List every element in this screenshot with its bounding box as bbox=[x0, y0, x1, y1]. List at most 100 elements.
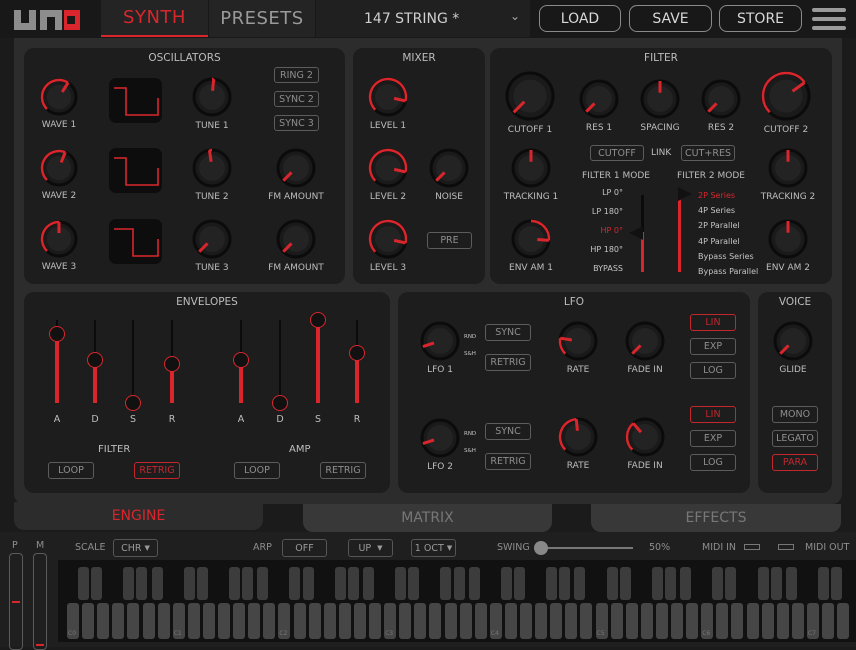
lfo1-exp-button[interactable]: EXP bbox=[690, 338, 736, 355]
black-key[interactable] bbox=[574, 567, 585, 600]
env-am2-knob[interactable] bbox=[764, 215, 812, 267]
white-key[interactable] bbox=[324, 603, 336, 639]
cutoff1-knob[interactable] bbox=[501, 67, 559, 129]
white-key[interactable] bbox=[97, 603, 109, 639]
filter1-mode-option[interactable]: HP 0° bbox=[585, 226, 623, 235]
white-key[interactable] bbox=[233, 603, 245, 639]
lfo1-shape-knob[interactable] bbox=[416, 317, 464, 369]
black-key[interactable] bbox=[242, 567, 253, 600]
white-key[interactable] bbox=[550, 603, 562, 639]
white-key[interactable] bbox=[520, 603, 532, 639]
amp-env-d-track[interactable] bbox=[279, 320, 281, 403]
arp-octave-dropdown[interactable]: 1 OCT ▼ bbox=[411, 539, 456, 557]
black-key[interactable] bbox=[289, 567, 300, 600]
res2-knob[interactable] bbox=[697, 75, 745, 127]
white-key[interactable] bbox=[580, 603, 592, 639]
white-key[interactable] bbox=[188, 603, 200, 639]
white-key[interactable] bbox=[203, 603, 215, 639]
scale-dropdown[interactable]: CHR ▼ bbox=[113, 539, 158, 557]
white-key[interactable]: C4 bbox=[490, 603, 502, 639]
tracking2-knob[interactable] bbox=[764, 144, 812, 196]
black-key[interactable] bbox=[335, 567, 346, 600]
arp-toggle[interactable]: OFF bbox=[282, 539, 327, 557]
level3-knob[interactable] bbox=[364, 215, 412, 267]
tab-matrix[interactable]: MATRIX bbox=[303, 504, 552, 532]
filter2-mode-option[interactable]: 4P Series bbox=[698, 206, 735, 215]
white-key[interactable] bbox=[445, 603, 457, 639]
white-key[interactable] bbox=[505, 603, 517, 639]
black-key[interactable] bbox=[257, 567, 268, 600]
lfo2-sync-button[interactable]: SYNC bbox=[485, 423, 531, 440]
tune1-knob[interactable] bbox=[188, 73, 236, 125]
filter1-mode-option[interactable]: HP 180° bbox=[585, 245, 623, 254]
level1-knob[interactable] bbox=[364, 73, 412, 125]
black-key[interactable] bbox=[123, 567, 134, 600]
amp-env-retrig-button[interactable]: RETRIG bbox=[320, 462, 366, 479]
pitch-wheel[interactable] bbox=[9, 553, 23, 650]
white-key[interactable]: C3 bbox=[384, 603, 396, 639]
link-cutoff-button[interactable]: CUTOFF bbox=[590, 145, 644, 161]
filter1-mode-option[interactable]: LP 180° bbox=[585, 207, 623, 216]
white-key[interactable] bbox=[731, 603, 743, 639]
white-key[interactable] bbox=[792, 603, 804, 639]
white-key[interactable]: C5 bbox=[596, 603, 608, 639]
legato-button[interactable]: LEGATO bbox=[772, 430, 818, 447]
white-key[interactable] bbox=[716, 603, 728, 639]
white-key[interactable] bbox=[248, 603, 260, 639]
wave1-knob[interactable] bbox=[36, 74, 82, 124]
black-key[interactable] bbox=[712, 567, 723, 600]
black-key[interactable] bbox=[440, 567, 451, 600]
black-key[interactable] bbox=[136, 567, 147, 600]
lfo2-shape-knob[interactable] bbox=[416, 414, 464, 466]
white-key[interactable] bbox=[294, 603, 306, 639]
tab-effects[interactable]: EFFECTS bbox=[591, 504, 841, 532]
black-key[interactable] bbox=[229, 567, 240, 600]
tab-presets[interactable]: PRESETS bbox=[209, 0, 315, 37]
white-key[interactable] bbox=[535, 603, 547, 639]
mono-button[interactable]: MONO bbox=[772, 406, 818, 423]
black-key[interactable] bbox=[559, 567, 570, 600]
black-key[interactable] bbox=[620, 567, 631, 600]
black-key[interactable] bbox=[607, 567, 618, 600]
white-key[interactable]: C7 bbox=[807, 603, 819, 639]
filter-env-d-handle[interactable] bbox=[87, 352, 103, 368]
white-key[interactable] bbox=[429, 603, 441, 639]
load-button[interactable]: LOAD bbox=[539, 5, 621, 32]
wave3-knob[interactable] bbox=[36, 216, 82, 266]
white-key[interactable]: C1 bbox=[173, 603, 185, 639]
link-cut-res-button[interactable]: CUT+RES bbox=[681, 145, 735, 161]
save-button[interactable]: SAVE bbox=[629, 5, 712, 32]
black-key[interactable] bbox=[665, 567, 676, 600]
lfo1-fade-knob[interactable] bbox=[621, 317, 669, 369]
black-key[interactable] bbox=[91, 567, 102, 600]
amp-env-d-handle[interactable] bbox=[272, 395, 288, 411]
filter1-mode-option[interactable]: LP 0° bbox=[585, 188, 623, 197]
white-key[interactable] bbox=[611, 603, 623, 639]
noise-knob[interactable] bbox=[425, 144, 473, 196]
white-key[interactable] bbox=[82, 603, 94, 639]
pre-button[interactable]: PRE bbox=[427, 232, 472, 249]
filter2-mode-pointer[interactable] bbox=[678, 187, 692, 201]
amp-env-loop-button[interactable]: LOOP bbox=[234, 462, 280, 479]
para-button[interactable]: PARA bbox=[772, 454, 818, 471]
filter2-mode-option[interactable]: Bypass Parallel bbox=[698, 267, 758, 276]
white-key[interactable] bbox=[460, 603, 472, 639]
lfo1-retrig-button[interactable]: RETRIG bbox=[485, 354, 531, 371]
cutoff2-knob[interactable] bbox=[757, 67, 815, 129]
tracking1-knob[interactable] bbox=[507, 144, 555, 196]
lfo2-log-button[interactable]: LOG bbox=[690, 454, 736, 471]
lfo2-fade-knob[interactable] bbox=[621, 413, 669, 465]
black-key[interactable] bbox=[771, 567, 782, 600]
lfo1-rate-knob[interactable] bbox=[554, 317, 602, 369]
black-key[interactable] bbox=[758, 567, 769, 600]
tune3-knob[interactable] bbox=[188, 215, 236, 267]
sync3-button[interactable]: SYNC 3 bbox=[274, 115, 319, 131]
black-key[interactable] bbox=[303, 567, 314, 600]
white-key[interactable] bbox=[127, 603, 139, 639]
preset-selector[interactable]: 147 STRING * ⌄ bbox=[316, 0, 530, 37]
filter-env-a-handle[interactable] bbox=[49, 326, 65, 342]
white-key[interactable] bbox=[686, 603, 698, 639]
filter-env-s-track[interactable] bbox=[132, 320, 134, 403]
env-am1-knob[interactable] bbox=[507, 215, 555, 267]
filter2-mode-option[interactable]: 2P Parallel bbox=[698, 221, 740, 230]
